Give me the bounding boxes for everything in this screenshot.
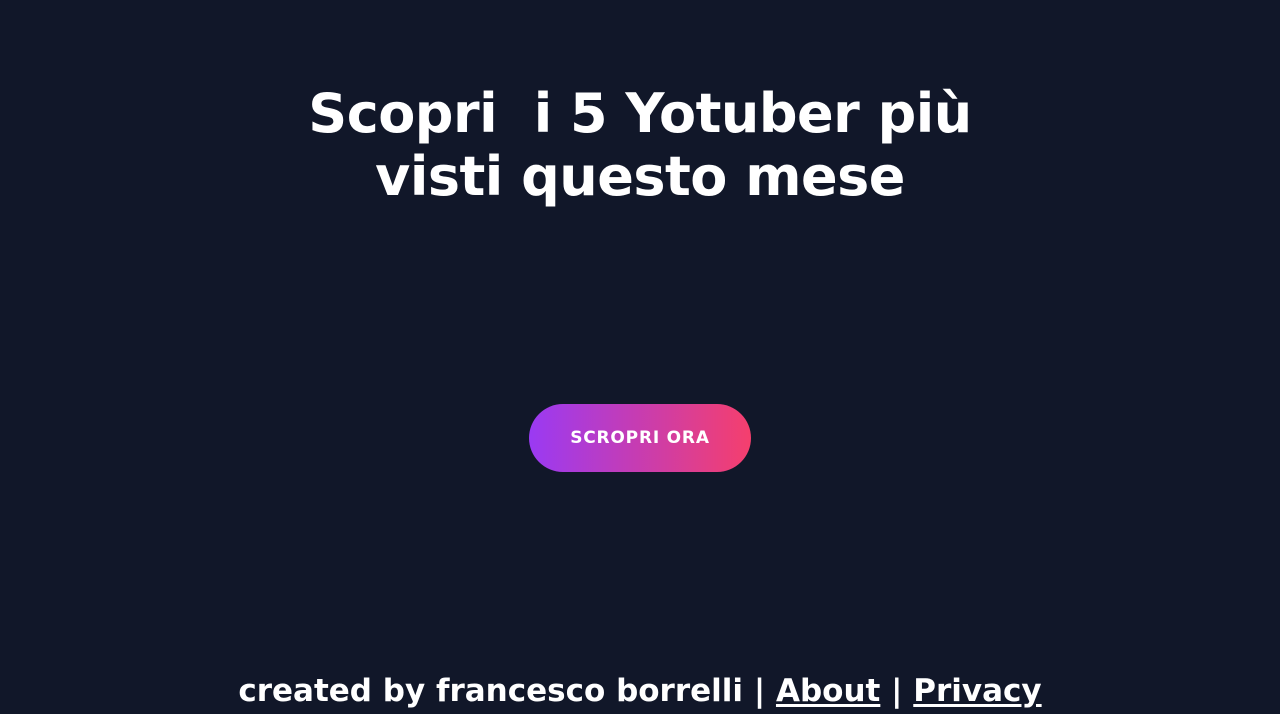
privacy-link[interactable]: Privacy (913, 673, 1041, 709)
footer-separator: | (880, 673, 914, 709)
footer: created by francesco borrelli | About | … (0, 670, 1280, 712)
about-link[interactable]: About (776, 673, 880, 709)
footer-separator: | (743, 673, 776, 709)
footer-credit: created by francesco borrelli (238, 673, 744, 709)
page-title-line-1: Scopri i 5 Yotuber più (308, 82, 972, 145)
bottom-divider (0, 714, 1280, 719)
discover-now-button[interactable]: SCROPRI ORA (529, 404, 751, 472)
page: Scopri i 5 Yotuber più visti questo mese… (0, 0, 1280, 719)
page-title-line-2: visti questo mese (375, 145, 905, 208)
page-title: Scopri i 5 Yotuber più visti questo mese (0, 82, 1280, 208)
